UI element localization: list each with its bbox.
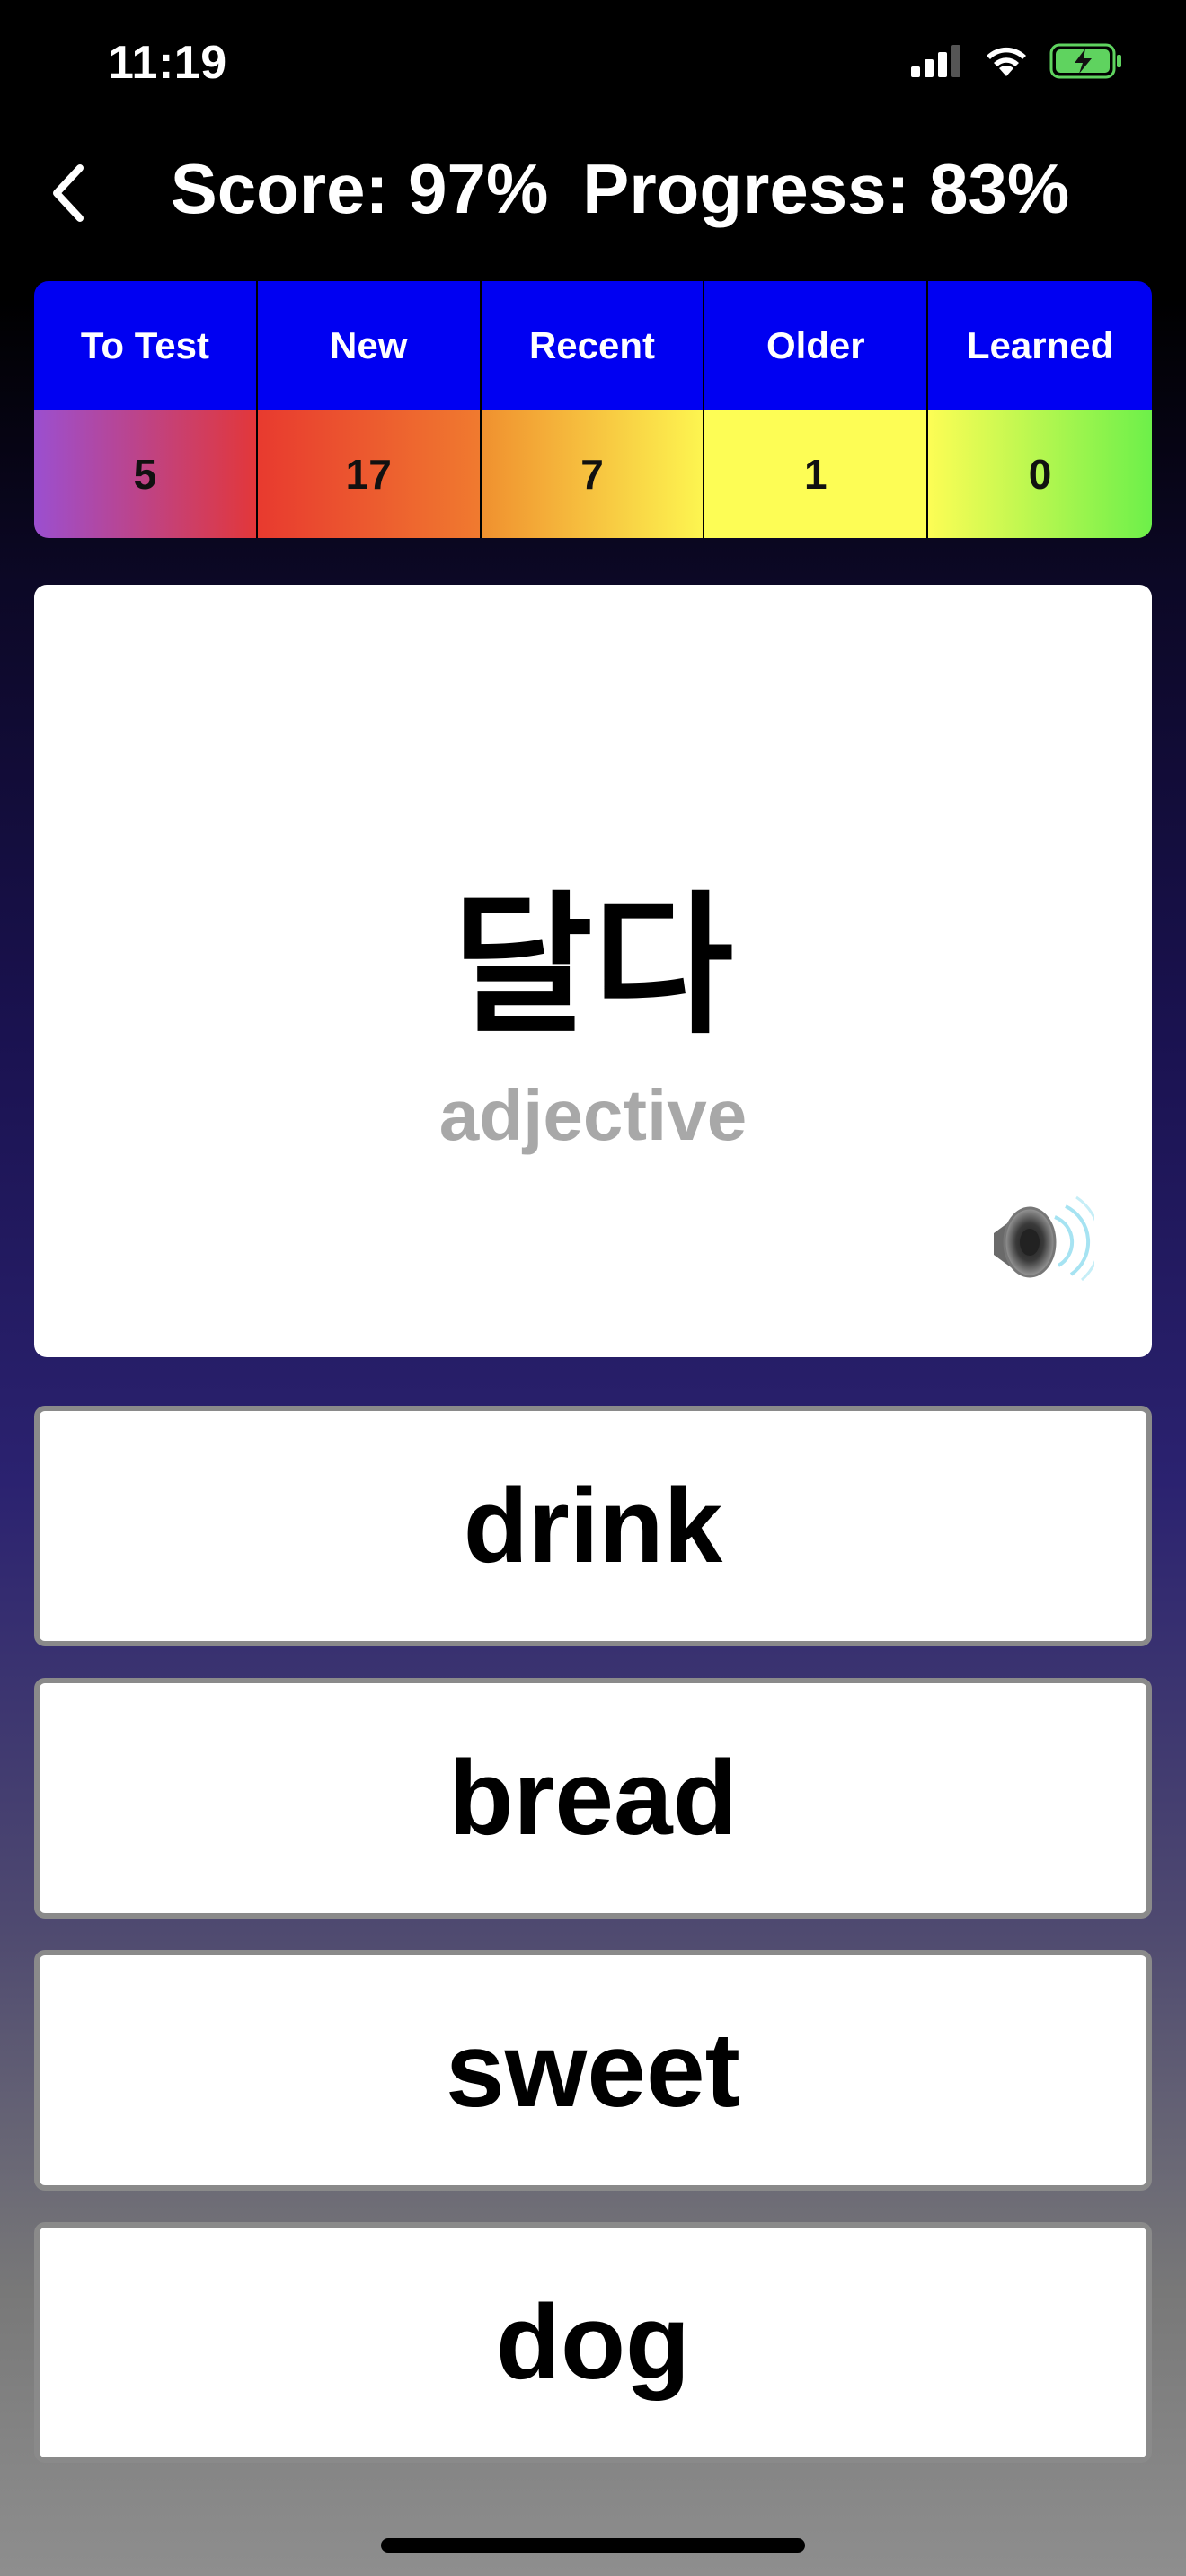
flashcard: 달다 adjective — [34, 585, 1152, 1357]
stat-value-learned: 0 — [928, 410, 1152, 538]
score-text: Score: 97% — [170, 149, 549, 228]
stats-table: To Test New Recent Older Learned 5 17 7 … — [34, 281, 1152, 538]
answer-option-2[interactable]: bread — [34, 1678, 1152, 1919]
status-icons — [911, 43, 1123, 79]
chevron-left-icon — [53, 164, 84, 222]
stat-value-new: 17 — [257, 410, 482, 538]
stat-value-to-test: 5 — [34, 410, 258, 538]
status-bar: 11:19 — [0, 0, 1186, 126]
wifi-icon — [987, 47, 1026, 76]
answer-option-1[interactable]: drink — [34, 1406, 1152, 1646]
cellular-signal-icon — [911, 45, 960, 77]
status-time: 11:19 — [108, 37, 227, 89]
stat-header-new: New — [257, 281, 482, 410]
part-of-speech: adjective — [438, 1075, 748, 1155]
stat-header-learned: Learned — [928, 281, 1152, 410]
back-button[interactable] — [27, 153, 108, 234]
answer-option-4[interactable]: dog — [34, 2222, 1152, 2463]
stat-header-recent: Recent — [481, 281, 705, 410]
stat-header-to-test: To Test — [34, 281, 258, 410]
header-title: Score: 97% Progress: 83% — [108, 148, 1132, 230]
stat-header-older: Older — [704, 281, 929, 410]
speaker-button[interactable] — [978, 1187, 1102, 1285]
answer-option-3[interactable]: sweet — [34, 1950, 1152, 2191]
speaker-icon — [994, 1195, 1102, 1282]
flashcard-word: 달다 — [452, 878, 734, 1055]
progress-text: Progress: 83% — [582, 149, 1070, 228]
battery-charging-icon — [1049, 43, 1121, 79]
stat-value-older: 1 — [704, 410, 929, 538]
home-indicator[interactable] — [381, 2538, 805, 2553]
stat-value-recent: 7 — [481, 410, 705, 538]
